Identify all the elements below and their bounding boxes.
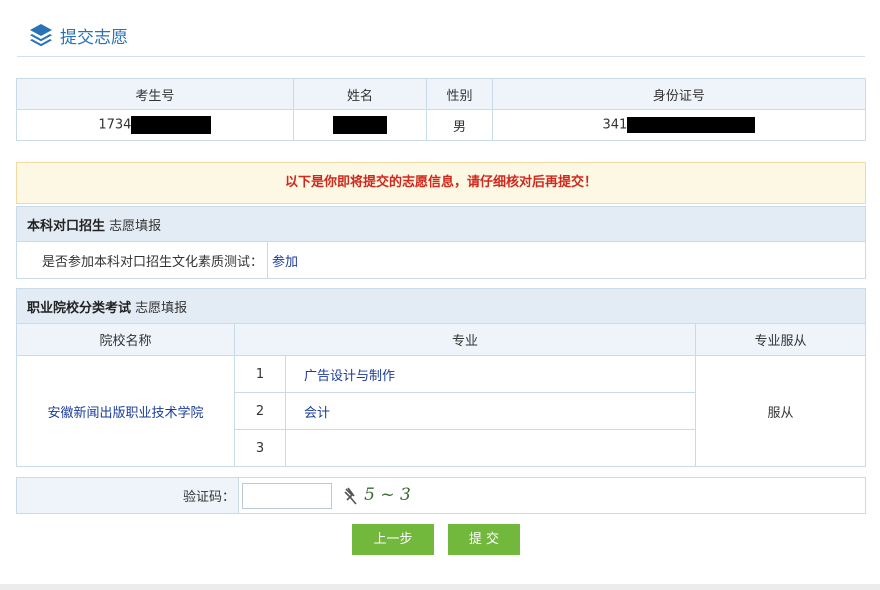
school-name: 安徽新闻出版职业技术学院 (16, 355, 235, 467)
exam-no-cell: 1734 (16, 109, 294, 141)
prev-step-button[interactable]: 上一步 (352, 524, 434, 555)
major-name (285, 429, 696, 467)
culture-test-question: 是否参加本科对口招生文化素质测试： (16, 241, 268, 279)
section-title-rest: 志愿填报 (105, 218, 162, 234)
header-exam-no: 考生号 (16, 78, 294, 110)
applicant-info-table: 考生号 姓名 性别 身份证号 1734 男 341 (16, 78, 867, 141)
major-name: 广告设计与制作 (285, 355, 696, 393)
redaction-block (627, 117, 756, 133)
page-title: 提交志愿 (60, 28, 128, 48)
captcha-input[interactable] (242, 482, 332, 509)
layers-icon (30, 24, 52, 47)
vocational-section-title: 职业院校分类考试 志愿填报 (16, 288, 866, 324)
culture-test-answer: 参加 (267, 241, 866, 279)
vocational-section: 职业院校分类考试 志愿填报 院校名称 专业 专业服从 安徽新闻出版职业技术学院 … (16, 288, 866, 467)
name-cell (292, 109, 428, 141)
section-title-bold: 本科对口招生 (27, 218, 106, 234)
col-obey-header: 专业服从 (695, 323, 866, 356)
captcha-row: 验证码： 5 ~ 3 (16, 477, 866, 514)
col-major-header: 专业 (234, 323, 696, 356)
header-gender: 性别 (426, 78, 493, 110)
table-row: 安徽新闻出版职业技术学院 1 广告设计与制作 服从 (16, 355, 866, 467)
col-school-header: 院校名称 (16, 323, 235, 356)
captcha-image[interactable]: 5 ~ 3 (342, 485, 411, 506)
exam-no-prefix: 1734 (98, 117, 132, 133)
submit-button[interactable]: 提 交 (448, 524, 520, 555)
section-title-rest: 志愿填报 (131, 300, 188, 316)
major-number: 1 (234, 355, 286, 393)
warning-notice: 以下是你即将提交的志愿信息，请仔细核对后再提交！ (16, 162, 866, 204)
major-number: 2 (234, 392, 286, 430)
major-number: 3 (234, 429, 286, 467)
id-no-prefix: 341 (602, 117, 628, 133)
undergrad-section-title: 本科对口招生 志愿填报 (16, 206, 866, 242)
section-title-bold: 职业院校分类考试 (27, 300, 132, 316)
captcha-field-cell: 5 ~ 3 (238, 477, 866, 514)
undergrad-section: 本科对口招生 志愿填报 是否参加本科对口招生文化素质测试： 参加 (16, 206, 866, 279)
id-no-cell: 341 (491, 109, 867, 141)
captcha-image-text: 5 ~ 3 (364, 485, 411, 506)
redaction-block (333, 116, 388, 134)
captcha-noise-icon (344, 487, 357, 505)
footer-bar (0, 584, 880, 590)
header-name: 姓名 (292, 78, 428, 110)
header-id-no: 身份证号 (491, 78, 867, 110)
major-name: 会计 (285, 392, 696, 430)
gender-cell: 男 (426, 109, 493, 141)
captcha-label: 验证码： (16, 477, 239, 514)
obey-value: 服从 (695, 355, 866, 467)
redaction-block (131, 116, 212, 134)
page-header: 提交志愿 (17, 18, 865, 57)
